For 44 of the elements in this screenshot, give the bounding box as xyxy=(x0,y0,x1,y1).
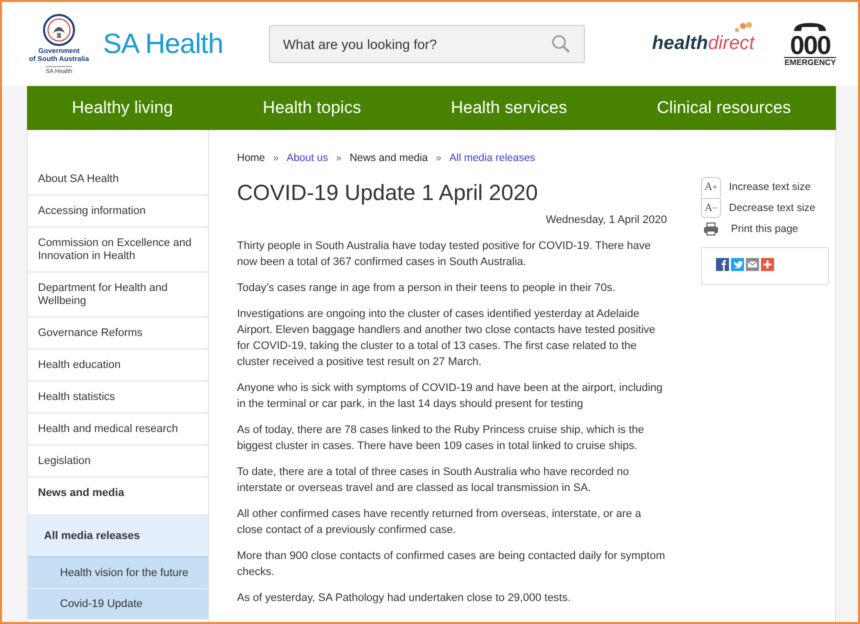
tool-link[interactable]: Decrease text size xyxy=(729,202,816,214)
tool-link[interactable]: Increase text size xyxy=(729,180,811,192)
sidebar-subitem[interactable]: All media releases xyxy=(28,516,208,558)
search-icon[interactable] xyxy=(551,34,572,54)
facebook-icon[interactable] xyxy=(716,258,729,271)
breadcrumb-link[interactable]: All media releases xyxy=(449,152,536,164)
paragraph: Today’s cases range in age from a person in their teens to people in their 70s. xyxy=(237,281,616,296)
emergency-logo[interactable]: 000 EMERGENCY xyxy=(784,21,836,67)
envelope-icon[interactable] xyxy=(746,258,759,271)
healthdirect-logo[interactable]: healthdirect xyxy=(652,33,754,55)
crest-icon xyxy=(42,13,76,47)
paragraph: Thirty people in South Australia have today tested positive for COVID-19. There have now been a total of 367 confirmed cases in South Australia. xyxy=(237,239,652,270)
breadcrumb-separator: » xyxy=(336,152,342,164)
nav-link[interactable]: Clinical resources xyxy=(656,98,792,118)
paragraph: As of today, there are 78 cases linked to the Ruby Princess cruise ship, which is the biggest cluster in cases. There have been 109 cases in total linked to cruise ships. xyxy=(237,423,645,454)
nav-link[interactable]: Healthy living xyxy=(72,98,173,118)
paragraph: More than 900 close contacts of confirmed cases are being contacted daily for symptom checks. xyxy=(237,549,666,580)
emergency-number: 000 xyxy=(790,33,830,57)
tool-link[interactable]: Print this page xyxy=(731,222,798,234)
bird-icon[interactable] xyxy=(731,258,744,271)
publish-date: Wednesday, 1 April 2020 xyxy=(544,214,667,226)
nav-link[interactable]: Health services xyxy=(450,98,568,118)
breadcrumb-link[interactable]: About us xyxy=(286,152,328,164)
logo-text: direct xyxy=(708,33,754,55)
search-field[interactable]: What are you looking for? xyxy=(269,25,586,63)
paragraph: To date, there are a total of three cases in South Australia who have recorded no interstate or overseas travel and are classed as local transmission in SA. xyxy=(237,465,630,496)
sidebar-subitem[interactable]: Health vision for the future xyxy=(28,558,208,589)
paragraph: Investigations are ongoing into the cluster of cases identified yesterday at Adelaide Airport. Eleven baggage handlers and another two close contacts have tested positive for COVID-19, taking the cluster to a total of 13 cases. The first case related to the cluster received a positive test result on 27 March. xyxy=(237,307,656,370)
breadcrumb-link[interactable]: Home xyxy=(237,152,266,164)
nav-link[interactable]: Health topics xyxy=(262,98,362,118)
printer-icon[interactable] xyxy=(703,222,719,236)
paragraph: All other confirmed cases have recently returned from overseas, interstate, or are a close contact of a previously confirmed case. xyxy=(237,507,642,538)
plus-icon[interactable] xyxy=(761,258,774,271)
logo-text: health xyxy=(652,33,708,55)
breadcrumb-separator: » xyxy=(436,152,442,164)
breadcrumb-link[interactable]: News and media xyxy=(350,152,428,164)
phone-icon xyxy=(792,21,828,33)
breadcrumb-separator: » xyxy=(273,152,279,164)
paragraph: As of yesterday, SA Pathology had undertaken close to 29,000 tests. xyxy=(237,591,572,606)
sidebar-subitem[interactable]: Covid-19 Update xyxy=(28,589,208,620)
page-title: COVID-19 Update 1 April 2020 xyxy=(237,180,539,206)
dots-icon xyxy=(734,21,752,33)
paragraph: Anyone who is sick with symptoms of COVID-19 and have been at the airport, including in the terminal or car park, in the last 14 days should present for testing xyxy=(237,381,664,412)
emergency-label: EMERGENCY xyxy=(784,57,836,67)
